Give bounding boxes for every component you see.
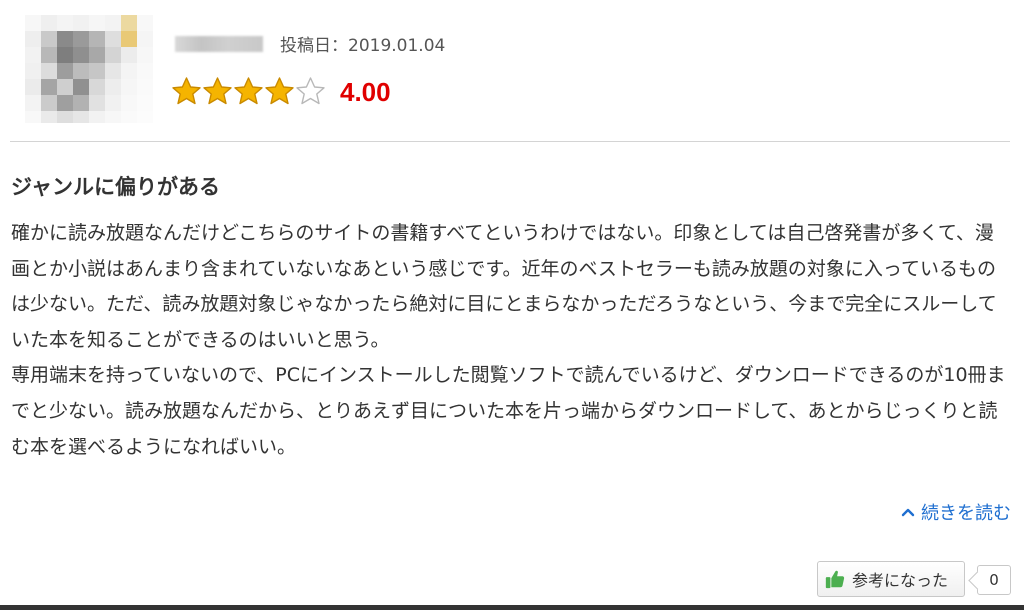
read-more-link[interactable]: 続きを読む: [901, 499, 1011, 525]
bottom-bar: [0, 605, 1024, 610]
helpful-count: 0: [977, 565, 1011, 595]
helpful-button[interactable]: 参考になった: [817, 561, 965, 597]
star-filled-icon: [203, 77, 232, 105]
thumbs-up-icon: [825, 570, 845, 589]
reviewer-avatar: [25, 15, 153, 123]
star-empty-icon: [296, 77, 325, 105]
rating-score: 4.00: [340, 77, 391, 107]
star-rating: [171, 76, 326, 107]
divider: [10, 141, 1010, 142]
star-filled-icon: [234, 77, 263, 105]
star-filled-icon: [265, 77, 294, 105]
read-more-label: 続きを読む: [921, 503, 1011, 524]
review-paragraph: 確かに読み放題なんだけどこちらのサイトの書籍すべてというわけではない。印象として…: [11, 222, 997, 351]
review-title: ジャンルに偏りがある: [11, 175, 220, 199]
post-date: 投稿日：2019.01.04: [280, 36, 446, 56]
helpful-label: 参考になった: [852, 571, 949, 590]
reviewer-name-blurred: [175, 36, 263, 52]
review-paragraph: 専用端末を持っていないので、PCにインストールした閲覧ソフトで読んでいるけど、ダ…: [11, 364, 1006, 458]
review-body: 確かに読み放題なんだけどこちらのサイトの書籍すべてというわけではない。印象として…: [11, 216, 1011, 465]
chevron-up-icon: [901, 508, 915, 517]
star-filled-icon: [172, 77, 201, 105]
